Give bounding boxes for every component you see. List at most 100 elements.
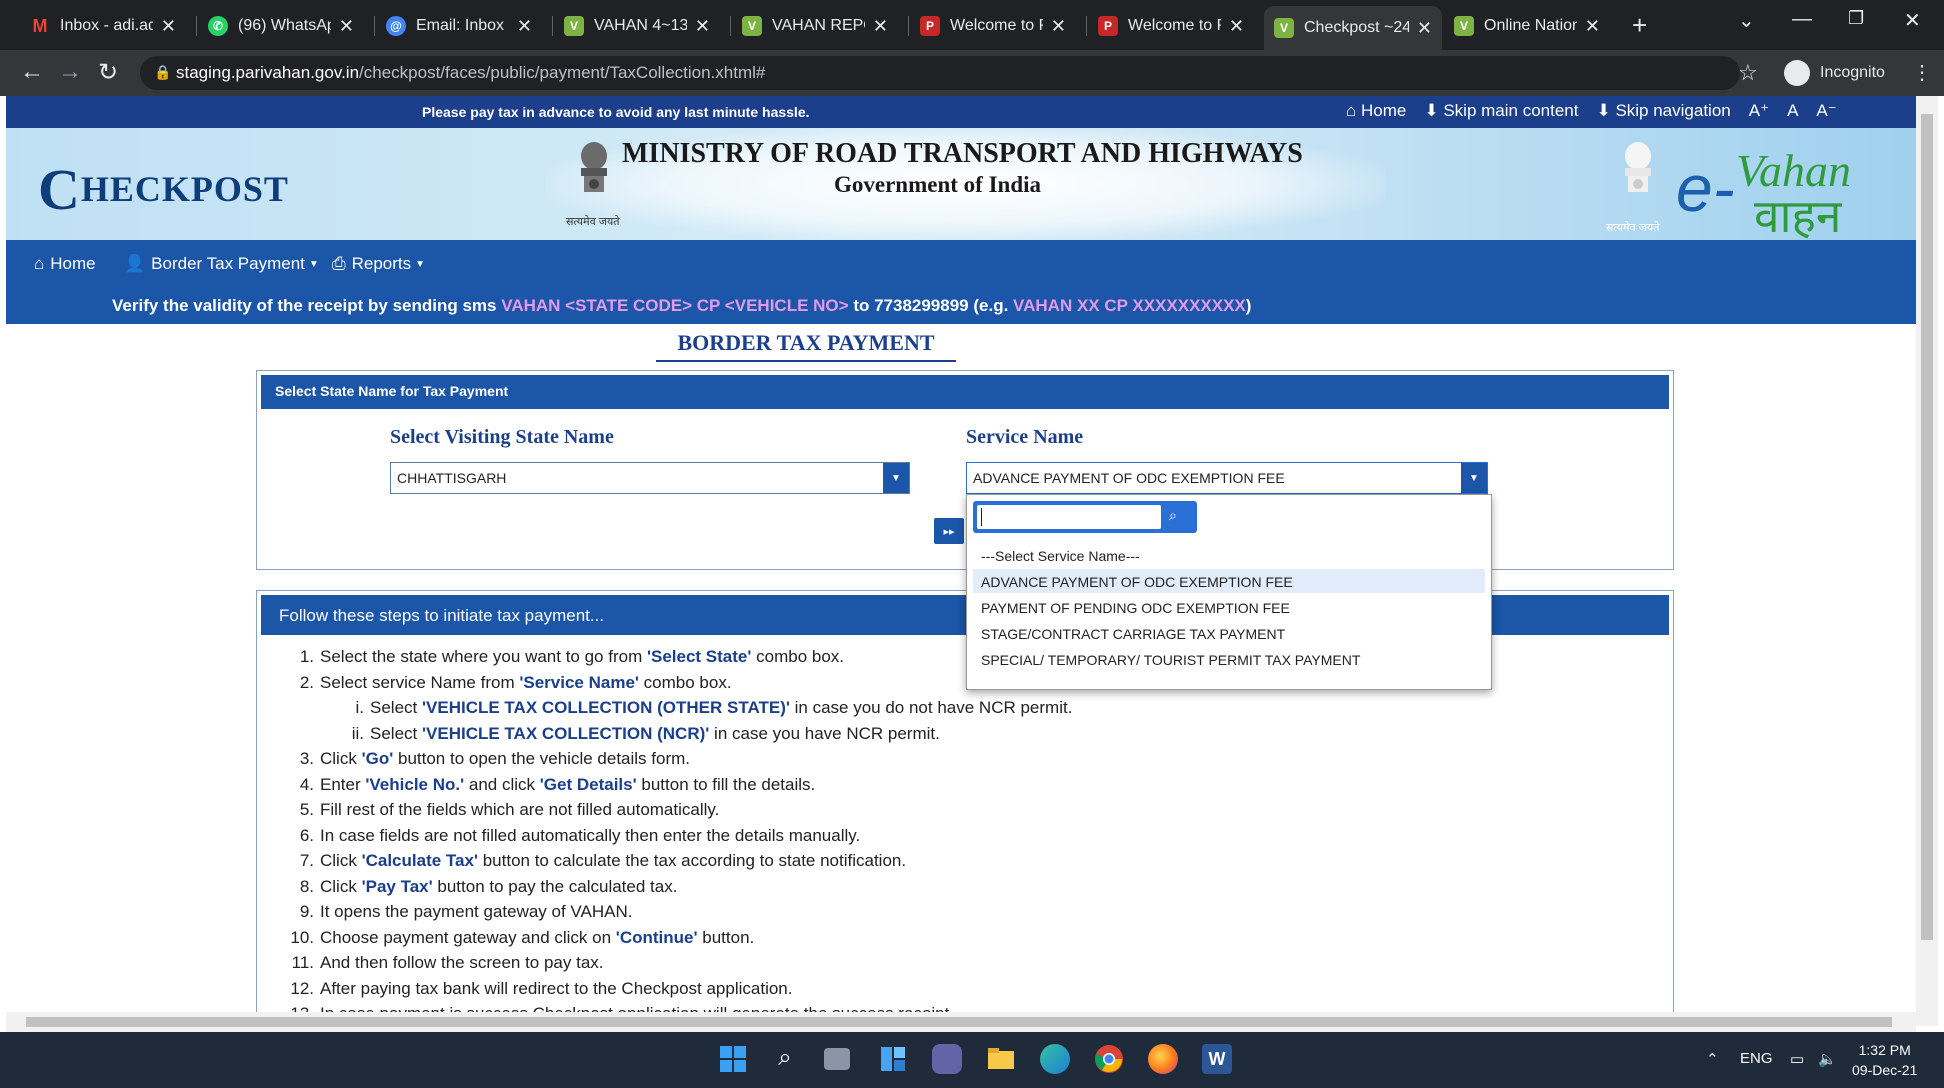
close-tab-icon[interactable]: ✕ [1417, 18, 1432, 39]
arrow-down-icon: ⬇ [1424, 101, 1444, 120]
close-tab-icon[interactable]: ✕ [1585, 16, 1600, 37]
close-tab-icon[interactable]: ✕ [873, 16, 888, 37]
dropdown-option-pending-odc[interactable]: PAYMENT OF PENDING ODC EXEMPTION FEE [973, 595, 1485, 619]
chrome-icon[interactable] [1094, 1044, 1124, 1074]
service-name-select[interactable]: ADVANCE PAYMENT OF ODC EXEMPTION FEE ▼ [966, 462, 1488, 494]
national-emblem-icon [581, 142, 607, 192]
caret-down-icon: ▼ [308, 258, 319, 270]
tab-search-icon[interactable]: ⌄ [1738, 8, 1755, 33]
browser-tab-welcome-1[interactable]: P Welcome to Pa ✕ [910, 8, 1076, 44]
close-tab-icon[interactable]: ✕ [161, 16, 176, 37]
url-input[interactable]: 🔒 staging.parivahan.gov.in/checkpost/fac… [140, 56, 1740, 90]
home-icon: ⌂ [34, 254, 45, 273]
service-name-dropdown: ⌕ ---Select Service Name--- ADVANCE PAYM… [966, 494, 1492, 690]
horizontal-scrollbar[interactable] [6, 1012, 1916, 1032]
visiting-state-select[interactable]: CHHATTISGARH ▼ [390, 462, 910, 494]
word-icon[interactable]: W [1202, 1044, 1232, 1074]
whatsapp-icon: ✆ [208, 16, 228, 36]
browser-menu-icon[interactable]: ⋮ [1912, 60, 1932, 85]
font-reset-button[interactable]: A [1787, 101, 1798, 121]
nav-reports[interactable]: ⎙ Reports ▼ [332, 254, 425, 274]
dropdown-search-input[interactable] [977, 505, 1161, 529]
skip-main-content-link[interactable]: ⬇ Skip main content [1424, 101, 1578, 121]
browser-tab-online-national[interactable]: V Online Nationa ✕ [1444, 8, 1610, 44]
network-icon[interactable]: ▭ [1790, 1050, 1804, 1068]
edge-browser-icon[interactable] [1040, 1044, 1070, 1074]
vertical-scrollbar[interactable] [1916, 96, 1938, 1026]
back-arrow-icon[interactable]: ← [20, 58, 44, 86]
web-page: Please pay tax in advance to avoid any l… [6, 96, 1916, 1026]
list-item: 3. Click 'Go' button to open the vehicle … [299, 749, 691, 768]
page-title: BORDER TAX PAYMENT [656, 330, 956, 362]
skip-navigation-link[interactable]: ⬇ Skip navigation [1596, 101, 1730, 121]
browser-tab-whatsapp[interactable]: ✆ (96) WhatsApp ✕ [198, 8, 364, 44]
chevron-down-icon[interactable]: ▼ [883, 463, 909, 493]
emblem-motto-right: सत्यमेव जयते [1606, 222, 1660, 234]
firefox-icon[interactable] [1148, 1044, 1178, 1074]
dropdown-option-stage-carriage[interactable]: STAGE/CONTRACT CARRIAGE TAX PAYMENT [973, 621, 1485, 645]
arrow-down-icon: ⬇ [1596, 101, 1616, 120]
browser-tab-bar: M Inbox - adi.adit ✕ ✆ (96) WhatsApp ✕ @… [0, 0, 1944, 50]
top-notice-strip: Please pay tax in advance to avoid any l… [6, 96, 1916, 128]
close-tab-icon[interactable]: ✕ [339, 16, 354, 37]
teams-chat-icon[interactable] [932, 1044, 962, 1074]
reload-icon[interactable]: ↻ [98, 58, 118, 87]
browser-tab-email[interactable]: @ Email: Inbox (12 ✕ [376, 8, 542, 44]
service-name-label: Service Name [966, 426, 1084, 448]
top-home-link[interactable]: ⌂ Home [1346, 101, 1406, 121]
go-button[interactable]: ▸▸ [934, 518, 964, 544]
dropdown-option-placeholder[interactable]: ---Select Service Name--- [973, 543, 1485, 567]
header-banner: CHECKPOST सत्यमेव जयते MINISTRY OF ROAD … [6, 128, 1916, 242]
language-indicator[interactable]: ENG [1740, 1050, 1773, 1067]
close-tab-icon[interactable]: ✕ [517, 16, 532, 37]
system-clock[interactable]: 1:32 PM 09-Dec-21 [1852, 1040, 1917, 1080]
widgets-icon[interactable] [878, 1044, 908, 1074]
tray-chevron-up-icon[interactable]: ⌃ [1706, 1050, 1719, 1068]
caret-down-icon: ▼ [415, 258, 426, 270]
search-icon[interactable]: ⌕ [770, 1044, 800, 1074]
search-icon: ⌕ [1169, 507, 1177, 523]
dropdown-search[interactable]: ⌕ [973, 501, 1197, 533]
bookmark-star-icon[interactable]: ☆ [1738, 60, 1758, 86]
file-explorer-icon[interactable] [986, 1044, 1016, 1074]
window-close-icon[interactable]: ✕ [1904, 8, 1921, 33]
browser-tab-welcome-2[interactable]: P Welcome to Pa ✕ [1088, 8, 1254, 44]
evahan-logo: e- [1676, 151, 1735, 225]
url-path: /checkpost/faces/public/payment/TaxColle… [359, 63, 766, 82]
address-bar: ← → ↻ 🔒 staging.parivahan.gov.in/checkpo… [0, 50, 1944, 96]
evahan-logo-hindi: वाहन [1754, 191, 1842, 242]
browser-tab-vahan-report[interactable]: V VAHAN REPORT ✕ [732, 8, 898, 44]
forward-arrow-icon[interactable]: → [58, 58, 82, 86]
restore-icon[interactable]: ❐ [1848, 8, 1864, 29]
browser-tab-gmail[interactable]: M Inbox - adi.adit ✕ [20, 8, 186, 44]
dropdown-option-advance-odc[interactable]: ADVANCE PAYMENT OF ODC EXEMPTION FEE [973, 569, 1485, 593]
parivahan-icon: P [920, 16, 940, 36]
task-view-icon[interactable] [824, 1048, 850, 1070]
printer-icon: ⎙ [332, 254, 346, 273]
list-item: i. Select 'VEHICLE TAX COLLECTION (OTHER … [355, 698, 1073, 717]
close-tab-icon[interactable]: ✕ [1051, 16, 1066, 37]
windows-start-icon[interactable] [718, 1044, 748, 1074]
minimize-icon[interactable]: — [1792, 8, 1812, 31]
font-increase-button[interactable]: A⁺ [1749, 101, 1769, 121]
close-tab-icon[interactable]: ✕ [1229, 16, 1244, 37]
list-item: 7. Click 'Calculate Tax' button to calcul… [299, 851, 907, 870]
close-tab-icon[interactable]: ✕ [695, 16, 710, 37]
volume-icon[interactable]: 🔈 [1818, 1050, 1837, 1068]
user-icon: 👤 [124, 254, 146, 273]
incognito-indicator[interactable]: Incognito [1784, 60, 1885, 86]
government-title: Government of India [834, 172, 1041, 197]
nav-border-tax-payment[interactable]: 👤 Border Tax Payment ▼ [124, 254, 319, 274]
list-item: 11. And then follow the screen to pay tax… [291, 953, 604, 972]
font-decrease-button[interactable]: A⁻ [1816, 101, 1836, 121]
browser-tab-vahan4[interactable]: V VAHAN 4~139- ✕ [554, 8, 720, 44]
new-tab-button[interactable]: + [1632, 10, 1647, 41]
dropdown-option-special-permit[interactable]: SPECIAL/ TEMPORARY/ TOURIST PERMIT TAX P… [973, 647, 1485, 671]
browser-tab-checkpost[interactable]: V Checkpost ~24 ✕ [1264, 6, 1442, 50]
chevron-down-icon[interactable]: ▼ [1461, 463, 1487, 493]
lock-icon: 🔒 [154, 64, 172, 80]
checkpost-logo[interactable]: CHECKPOST [38, 148, 289, 222]
list-item: 12. After paying tax bank will redirect t… [290, 978, 793, 998]
vahan-icon: V [742, 16, 762, 36]
nav-home[interactable]: ⌂ Home [34, 254, 96, 274]
